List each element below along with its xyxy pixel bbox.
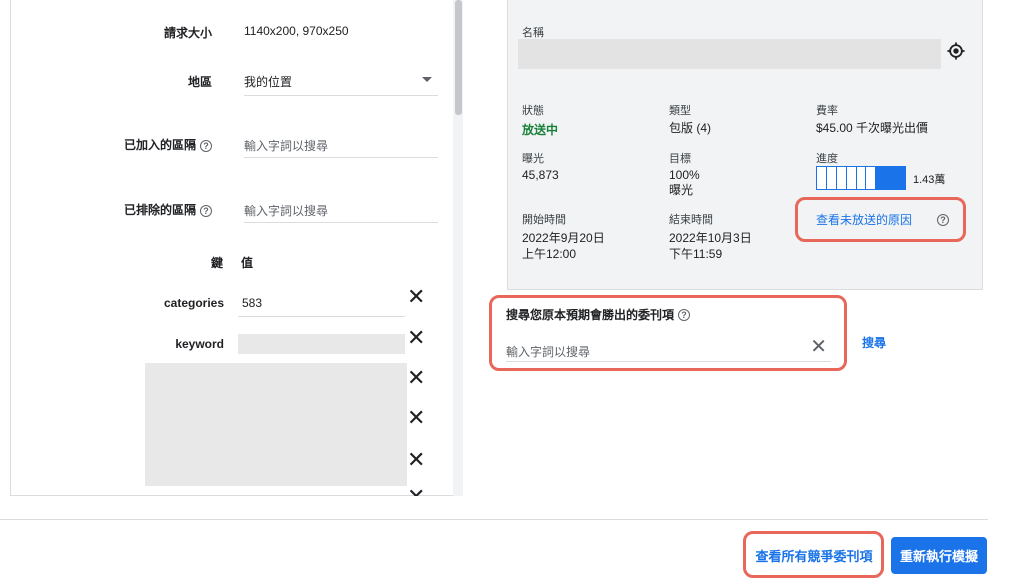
- value-header: 值: [241, 256, 254, 270]
- excluded-segments-input[interactable]: 輸入字詞以搜尋: [244, 195, 438, 223]
- kv-value-redacted[interactable]: [238, 334, 405, 354]
- progress-segment: [886, 167, 897, 189]
- status-label: 狀態: [522, 105, 544, 117]
- close-icon[interactable]: ✕: [407, 367, 425, 389]
- excluded-segments-placeholder: 輸入字詞以搜尋: [244, 204, 329, 218]
- included-segments-label: 已加入的區隔?: [12, 136, 212, 153]
- progress-segment: [836, 167, 847, 189]
- goal-value-percent: 100%: [669, 168, 700, 182]
- why-not-delivering-link[interactable]: 查看未放送的原因: [816, 211, 912, 228]
- included-segments-label-text: 已加入的區隔: [123, 138, 196, 152]
- search-section-title: 搜尋您原本預期會勝出的委刊項: [506, 308, 675, 322]
- type-label: 類型: [669, 105, 691, 117]
- close-icon-partial[interactable]: ✕: [407, 486, 427, 496]
- close-icon[interactable]: ✕: [407, 486, 425, 496]
- start-time-label: 開始時間: [522, 214, 566, 226]
- included-segments-input[interactable]: 輸入字詞以搜尋: [244, 130, 438, 158]
- close-icon[interactable]: ✕: [407, 407, 425, 429]
- end-time-label: 結束時間: [669, 214, 713, 226]
- progress-segment: [876, 167, 887, 189]
- footer-divider: [0, 519, 988, 520]
- search-section-heading: 搜尋您原本預期會勝出的委刊項?: [506, 306, 691, 324]
- progress-segment: [846, 167, 857, 189]
- goal-value-unit: 曝光: [669, 183, 694, 197]
- chevron-down-icon: [422, 77, 432, 82]
- start-date: 2022年9月20日: [522, 231, 605, 245]
- rate-label: 費率: [816, 105, 838, 117]
- left-scrollbar-thumb[interactable]: [455, 0, 462, 115]
- start-time: 上午12:00: [522, 247, 577, 261]
- progress-segment: [856, 167, 867, 189]
- progress-segment: [826, 167, 837, 189]
- close-icon[interactable]: ✕: [407, 327, 425, 349]
- target-icon[interactable]: [947, 42, 965, 65]
- kv-value-input[interactable]: 583: [238, 289, 405, 317]
- search-button[interactable]: 搜尋: [862, 334, 886, 351]
- request-size-label: 請求大小: [163, 26, 212, 40]
- end-date: 2022年10月3日: [669, 231, 752, 245]
- view-all-competing-button[interactable]: 查看所有競爭委刊項: [748, 536, 880, 574]
- progress-bar: [816, 166, 906, 190]
- progress-label: 進度: [816, 153, 838, 165]
- region-selected-value: 我的位置: [244, 75, 293, 89]
- progress-segment: [817, 167, 827, 189]
- included-segments-placeholder: 輸入字詞以搜尋: [244, 139, 329, 153]
- kv-key-keyword: keyword: [175, 337, 224, 351]
- kv-value-categories: 583: [242, 296, 263, 310]
- excluded-segments-label-text: 已排除的區隔: [123, 203, 196, 217]
- excluded-segments-label: 已排除的區隔?: [12, 201, 212, 218]
- impressions-value: 45,873: [522, 168, 559, 182]
- help-icon[interactable]: ?: [678, 308, 691, 321]
- region-select[interactable]: 我的位置: [244, 66, 438, 96]
- progress-segment: [896, 167, 906, 189]
- rerun-simulation-button[interactable]: 重新執行模擬: [891, 537, 987, 574]
- name-value-redacted: [518, 39, 941, 69]
- redacted-rows-block: [145, 363, 407, 486]
- impressions-label: 曝光: [522, 153, 544, 165]
- type-value: 包版 (4): [669, 121, 712, 135]
- name-label: 名稱: [522, 27, 544, 39]
- request-size-value: 1140x200, 970x250: [244, 24, 349, 38]
- progress-value: 1.43萬: [913, 174, 946, 186]
- status-value: 放送中: [522, 123, 559, 137]
- end-time: 下午11:59: [669, 247, 723, 261]
- kv-key-categories: categories: [163, 296, 224, 310]
- progress-segment: [866, 167, 877, 189]
- close-icon[interactable]: ✕: [407, 286, 425, 308]
- rate-value: $45.00 千次曝光出價: [816, 121, 929, 135]
- region-label: 地區: [187, 75, 212, 89]
- clear-icon[interactable]: ✕: [810, 337, 827, 357]
- help-icon[interactable]: ?: [200, 204, 212, 217]
- expected-winner-search-input[interactable]: 輸入字詞以搜尋 ✕: [506, 336, 831, 362]
- help-icon[interactable]: ?: [937, 211, 949, 229]
- close-icon[interactable]: ✕: [407, 449, 425, 471]
- goal-label: 目標: [669, 153, 691, 165]
- expected-winner-search-placeholder: 輸入字詞以搜尋: [506, 345, 591, 359]
- help-icon[interactable]: ?: [200, 139, 212, 152]
- key-header: 鍵: [211, 256, 224, 270]
